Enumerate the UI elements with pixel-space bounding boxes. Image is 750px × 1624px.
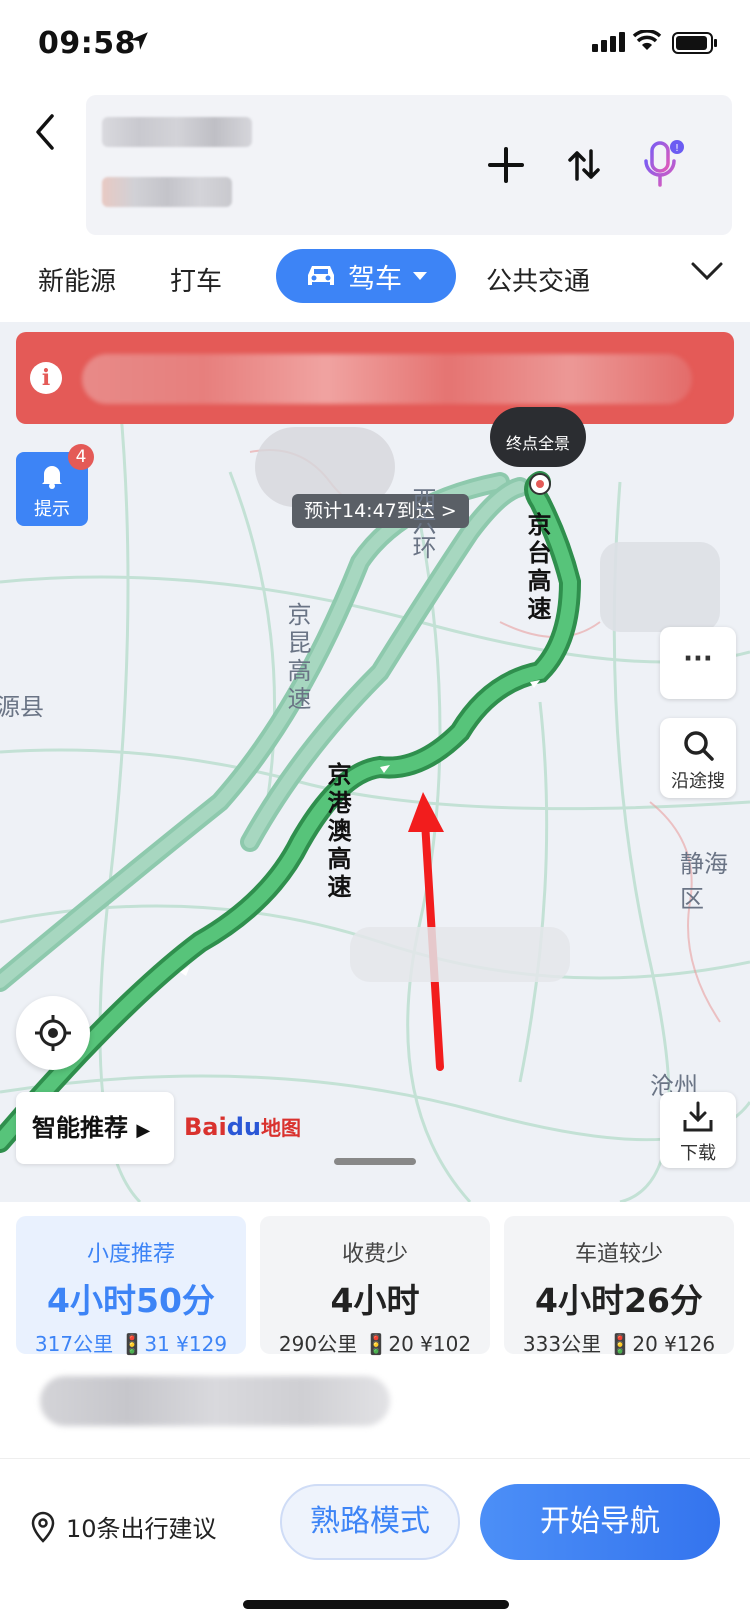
location-pin-icon xyxy=(31,1511,55,1543)
search-along-label: 沿途搜 xyxy=(671,771,725,792)
download-label: 下载 xyxy=(680,1143,716,1164)
tab-driving[interactable]: 驾车 xyxy=(276,249,456,303)
route-duration: 4小时50分 xyxy=(47,1281,215,1320)
road-label-jingtai: 京台高速 xyxy=(523,512,551,624)
logo-bai: Bai xyxy=(184,1113,227,1141)
route-duration: 4小时 xyxy=(330,1281,420,1320)
route-endpoints-card[interactable]: ! xyxy=(86,95,732,235)
start-navigation-button[interactable]: 开始导航 xyxy=(480,1484,720,1560)
map-view[interactable]: i 提示 4 终点全景 预计14:47到达 > 京台高速 西六环 京昆高速 京港… xyxy=(0,322,750,1202)
locate-me-button[interactable] xyxy=(16,996,90,1070)
route-meta: 317公里 🚦31 ¥129 xyxy=(34,1332,228,1356)
route-alert-banner[interactable]: i xyxy=(16,332,734,424)
search-along-button[interactable]: 沿途搜 xyxy=(660,718,736,798)
route-meta: 290公里 🚦20 ¥102 xyxy=(278,1332,472,1356)
travel-advice-link[interactable]: 10条出行建议 xyxy=(30,1509,217,1544)
download-icon xyxy=(683,1101,713,1132)
voice-input-button[interactable]: ! xyxy=(632,135,692,195)
map-canvas xyxy=(0,401,750,1202)
baidu-map-logo: Baidu地图 xyxy=(184,1112,301,1141)
destination-field[interactable] xyxy=(102,177,232,207)
battery-icon xyxy=(672,32,717,54)
alert-text-redacted xyxy=(82,354,692,404)
road-label-jingkun: 京昆高速 xyxy=(283,602,311,714)
bell-icon xyxy=(42,466,62,489)
wifi-icon xyxy=(632,30,662,50)
origin-field[interactable] xyxy=(102,117,252,147)
travel-advice-label: 10条出行建议 xyxy=(66,1515,217,1543)
route-card-less-toll[interactable]: 收费少 4小时 290公里 🚦20 ¥102 xyxy=(260,1216,490,1356)
eta-label[interactable]: 预计14:47到达 > xyxy=(292,494,469,528)
location-arrow-icon xyxy=(130,32,148,50)
status-time: 09:58 xyxy=(38,26,136,61)
smart-recommend-label: 智能推荐 xyxy=(32,1114,128,1142)
route-label: 车道较少 xyxy=(574,1242,663,1267)
tips-label: 提示 xyxy=(34,499,70,520)
logo-map: 地图 xyxy=(260,1116,301,1140)
sheet-drag-handle[interactable] xyxy=(334,1158,416,1165)
route-label: 收费少 xyxy=(341,1242,408,1267)
back-button[interactable] xyxy=(24,110,68,154)
caret-down-icon xyxy=(413,272,427,280)
route-card-recommended[interactable]: 小度推荐 4小时50分 317公里 🚦31 ¥129 xyxy=(16,1216,246,1356)
status-bar: 09:58 xyxy=(0,0,750,90)
more-button[interactable]: ··· xyxy=(660,627,736,699)
info-icon: i xyxy=(30,362,62,394)
tips-count-badge: 4 xyxy=(68,444,94,470)
route-meta: 333公里 🚦20 ¥126 xyxy=(522,1332,716,1356)
svg-text:!: ! xyxy=(675,143,679,154)
tab-public-transit[interactable]: 公共交通 xyxy=(486,261,590,298)
destination-panorama-button[interactable]: 终点全景 xyxy=(490,407,586,467)
route-label: 小度推荐 xyxy=(86,1242,175,1267)
route-options: 小度推荐 4小时50分 317公里 🚦31 ¥129 收费少 4小时 290公里… xyxy=(0,1202,750,1356)
microphone-icon: ! xyxy=(644,140,684,187)
road-label-jinggangao: 京港澳高速 xyxy=(323,762,351,902)
search-icon xyxy=(684,731,714,761)
home-indicator[interactable] xyxy=(243,1600,509,1609)
tips-button[interactable]: 提示 4 xyxy=(16,444,94,526)
download-button[interactable]: 下载 xyxy=(660,1092,736,1168)
caret-right-icon: ▶ xyxy=(136,1120,151,1141)
tab-driving-label: 驾车 xyxy=(348,263,402,295)
tab-taxi[interactable]: 打车 xyxy=(170,261,222,298)
car-icon xyxy=(308,266,334,285)
add-waypoint-button[interactable] xyxy=(476,135,536,195)
route-card-fewer-lanes[interactable]: 车道较少 4小时26分 333公里 🚦20 ¥126 xyxy=(504,1216,734,1356)
familiar-route-mode-button[interactable]: 熟路模式 xyxy=(280,1484,460,1560)
route-duration: 4小时26分 xyxy=(535,1281,703,1320)
chevron-down-icon[interactable] xyxy=(690,259,724,283)
smart-recommend-button[interactable]: 智能推荐 ▶ xyxy=(16,1092,174,1164)
travel-mode-tabs: 新能源 打车 驾车 公共交通 xyxy=(0,245,750,319)
plus-icon xyxy=(488,147,524,183)
place-label-jinghai: 静海区 xyxy=(680,850,728,913)
route-notice-redacted xyxy=(40,1376,390,1426)
cellular-signal-icon xyxy=(592,32,625,52)
logo-du: du xyxy=(226,1113,261,1141)
crosshair-icon xyxy=(35,1015,71,1051)
swap-endpoints-button[interactable] xyxy=(554,135,614,195)
tab-new-energy[interactable]: 新能源 xyxy=(38,261,116,298)
place-label-yuanxian: 源县 xyxy=(0,693,44,721)
road-label-xiliuhuan: 西六环 xyxy=(408,487,436,559)
swap-icon xyxy=(568,149,600,181)
